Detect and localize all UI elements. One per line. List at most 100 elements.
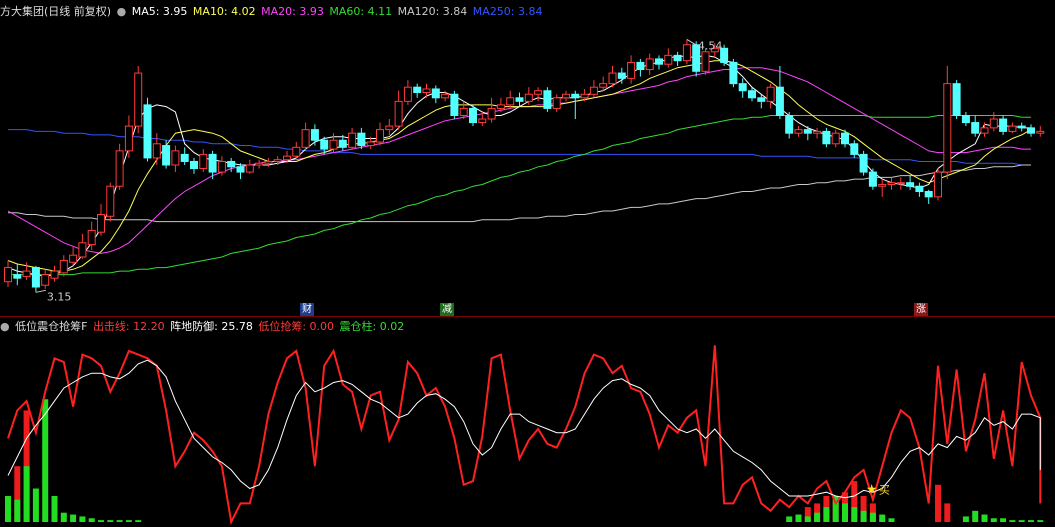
candle[interactable] (152, 133, 161, 165)
candle[interactable] (636, 58, 645, 77)
candle[interactable] (162, 140, 171, 169)
candle[interactable] (1027, 124, 1035, 137)
candle[interactable] (562, 90, 570, 102)
candle[interactable] (292, 142, 301, 158)
candle[interactable] (413, 83, 422, 98)
candle[interactable] (822, 127, 831, 148)
candle[interactable] (655, 55, 663, 70)
candle[interactable] (1036, 126, 1045, 137)
candle[interactable] (301, 122, 310, 151)
candle[interactable] (729, 58, 738, 88)
candle[interactable] (766, 83, 775, 109)
candle[interactable] (599, 76, 608, 91)
candle[interactable] (1008, 122, 1017, 134)
candle[interactable] (682, 39, 691, 65)
candle[interactable] (190, 157, 198, 174)
ma5-line (7, 54, 1031, 277)
candle[interactable] (487, 97, 496, 123)
ma250-label: MA250: 3.84 (472, 5, 543, 18)
candle[interactable] (143, 97, 152, 162)
event-marker-jian[interactable]: 减 (440, 303, 454, 316)
candle[interactable] (645, 53, 654, 75)
candle[interactable] (171, 145, 180, 173)
candle[interactable] (608, 65, 617, 88)
candle[interactable] (961, 111, 970, 127)
candle[interactable] (785, 111, 794, 139)
candle[interactable] (794, 126, 803, 137)
candle[interactable] (199, 149, 208, 173)
candle[interactable] (310, 124, 319, 146)
candle[interactable] (124, 115, 133, 158)
candle[interactable] (115, 143, 124, 190)
candle[interactable] (924, 189, 933, 204)
candle[interactable] (450, 90, 459, 120)
candle[interactable] (552, 94, 561, 112)
shake-bar (814, 512, 821, 522)
shake-bar (14, 499, 21, 522)
candle[interactable] (896, 177, 905, 190)
candle[interactable] (357, 127, 366, 150)
candle[interactable] (506, 90, 515, 109)
candle[interactable] (989, 111, 998, 132)
candle[interactable] (859, 150, 868, 176)
candle[interactable] (469, 104, 477, 127)
shake-bar (70, 514, 77, 522)
candle[interactable] (236, 163, 245, 180)
candle[interactable] (673, 51, 682, 66)
candle[interactable] (906, 175, 915, 190)
candle[interactable] (887, 177, 896, 190)
shake-bar (786, 516, 793, 522)
chart-title: 方大集团(日线 前复权) (0, 5, 112, 18)
candle[interactable] (878, 179, 887, 197)
candle[interactable] (971, 115, 980, 137)
candle[interactable] (41, 269, 50, 289)
candle[interactable] (78, 233, 87, 259)
candle[interactable] (385, 119, 394, 135)
candle[interactable] (4, 260, 12, 288)
indicator-panel: ★ 买 (5, 345, 1044, 526)
event-marker-zhang[interactable]: 涨 (914, 303, 928, 316)
settings-icon[interactable]: ● (117, 5, 127, 18)
candle[interactable] (403, 80, 412, 105)
candle[interactable] (31, 265, 40, 293)
shake-bar (823, 507, 830, 522)
candle[interactable] (1017, 122, 1026, 132)
candle[interactable] (589, 80, 598, 98)
candle[interactable] (431, 85, 440, 104)
candle[interactable] (255, 159, 264, 169)
candle[interactable] (738, 78, 747, 98)
candle[interactable] (106, 182, 115, 222)
candle[interactable] (813, 127, 822, 139)
candle[interactable] (394, 90, 403, 130)
candle[interactable] (915, 182, 924, 197)
candle[interactable] (775, 65, 784, 120)
candle[interactable] (664, 48, 673, 68)
candle[interactable] (831, 129, 840, 148)
candle[interactable] (59, 255, 68, 277)
shake-bar (1000, 518, 1007, 522)
candle[interactable] (543, 87, 552, 112)
candle[interactable] (999, 115, 1008, 135)
candle[interactable] (943, 65, 952, 180)
shake-bar (60, 512, 67, 522)
candle[interactable] (245, 159, 254, 174)
candle[interactable] (97, 203, 105, 236)
candle[interactable] (134, 65, 143, 134)
candle[interactable] (803, 126, 812, 141)
buy-signal-label: 买 (879, 484, 890, 497)
candle[interactable] (850, 140, 859, 158)
candle[interactable] (571, 90, 580, 120)
event-marker-cai[interactable]: 财 (300, 303, 314, 316)
candle[interactable] (422, 83, 431, 98)
high-price-label: 4.54 (698, 39, 723, 52)
candle[interactable] (934, 168, 942, 201)
candle[interactable] (180, 147, 189, 165)
candle[interactable] (13, 264, 22, 286)
candle[interactable] (952, 80, 961, 120)
candle[interactable] (376, 122, 384, 146)
candle[interactable] (348, 127, 357, 150)
candle[interactable] (627, 55, 636, 84)
candle[interactable] (515, 92, 524, 107)
candle[interactable] (868, 168, 877, 190)
candle[interactable] (50, 265, 59, 282)
